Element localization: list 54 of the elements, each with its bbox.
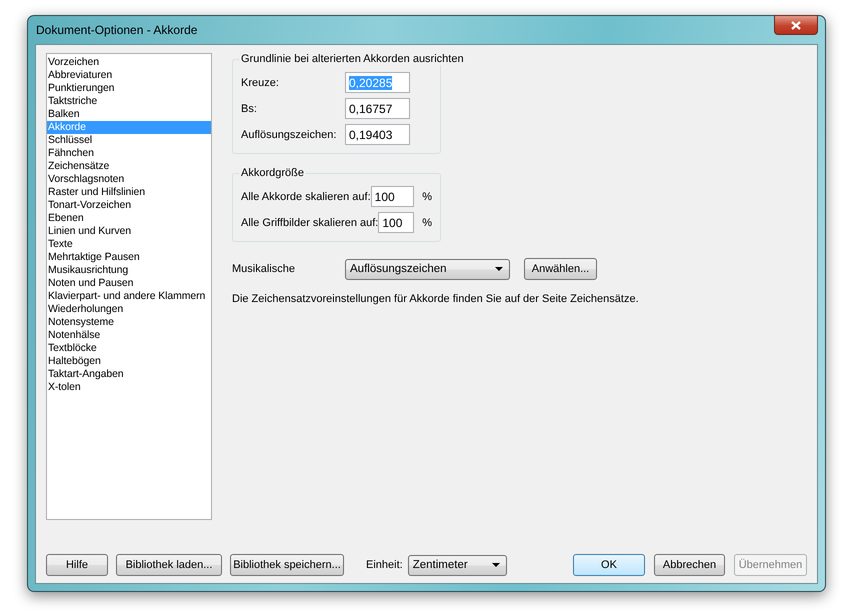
category-item[interactable]: Wiederholungen [47, 303, 211, 316]
group-title: Akkordgröße [239, 167, 306, 179]
category-item[interactable]: Ebenen [47, 212, 211, 225]
category-item[interactable]: Tonart-Vorzeichen [47, 199, 211, 212]
field-label: Bs: [241, 102, 258, 114]
category-item[interactable]: Noten und Pausen [47, 277, 211, 290]
close-icon [791, 20, 801, 30]
category-item[interactable]: Raster und Hilfslinien [47, 186, 211, 199]
category-item[interactable]: Notensysteme [47, 316, 211, 329]
unit-dropdown[interactable]: Zentimeter [408, 554, 507, 576]
field-label: Auflösungszeichen: [241, 128, 338, 140]
category-item[interactable]: Taktart-Angaben [47, 368, 211, 381]
category-item[interactable]: Abbreviaturen [47, 69, 211, 82]
category-item[interactable]: Balken [47, 108, 211, 121]
category-item[interactable]: Notenhälse [47, 329, 211, 342]
info-text: Die Zeichensatzvoreinstellungen für Akkorde finden Sie auf der Seite Zeichensätze. [232, 293, 639, 305]
category-item[interactable]: Vorschlagsnoten [47, 173, 211, 186]
unit-label: % [422, 190, 432, 202]
unit-label: Einheit: [366, 559, 403, 571]
category-item[interactable]: Zeichensätze [47, 160, 211, 173]
field-label: Musikalische [232, 263, 296, 275]
category-item[interactable]: Musikausrichtung [47, 264, 211, 277]
input-field[interactable]: 0,19403 [345, 124, 410, 145]
category-item[interactable]: Linien und Kurven [47, 225, 211, 238]
category-item[interactable]: Textblöcke [47, 342, 211, 355]
dialog-button[interactable]: Abbrechen [654, 554, 725, 576]
close-button[interactable] [774, 15, 818, 35]
dropdown[interactable]: Auflösungszeichen [345, 258, 510, 280]
category-item[interactable]: Vorzeichen [47, 56, 211, 69]
input-field[interactable]: 100 [370, 186, 414, 207]
category-item[interactable]: Haltebögen [47, 355, 211, 368]
caret-icon [495, 267, 503, 271]
unit-label: % [422, 216, 432, 228]
group-title: Grundlinie bei alterierten Akkorden ausrichten [239, 53, 466, 65]
caret-icon [492, 563, 500, 567]
footer-button[interactable]: Bibliothek speichern... [230, 554, 344, 576]
category-item[interactable]: Taktstriche [47, 95, 211, 108]
window-title: Dokument-Optionen - Akkorde [35, 23, 198, 37]
category-item[interactable]: Fähnchen [47, 147, 211, 160]
field-label: Kreuze: [241, 76, 280, 88]
category-item[interactable]: Punktierungen [47, 82, 211, 95]
category-item[interactable]: Klavierpart- und andere Klammern [47, 290, 211, 303]
field-label: Alle Griffbilder skalieren auf: [241, 216, 378, 228]
input-field[interactable]: 0,16757 [345, 98, 410, 119]
select-button[interactable]: Anwählen... [524, 258, 597, 280]
footer-button[interactable]: Hilfe [46, 554, 108, 576]
category-item[interactable]: X-tolen [47, 381, 211, 394]
category-item[interactable]: Mehrtaktige Pausen [47, 251, 211, 264]
field-label: Alle Akkorde skalieren auf: [241, 190, 371, 202]
category-item[interactable]: Schlüssel [47, 134, 211, 147]
category-item[interactable]: Texte [47, 238, 211, 251]
footer-button[interactable]: Bibliothek laden... [116, 554, 222, 576]
input-field[interactable]: 100 [378, 212, 414, 233]
dialog-button[interactable]: OK [573, 554, 645, 576]
